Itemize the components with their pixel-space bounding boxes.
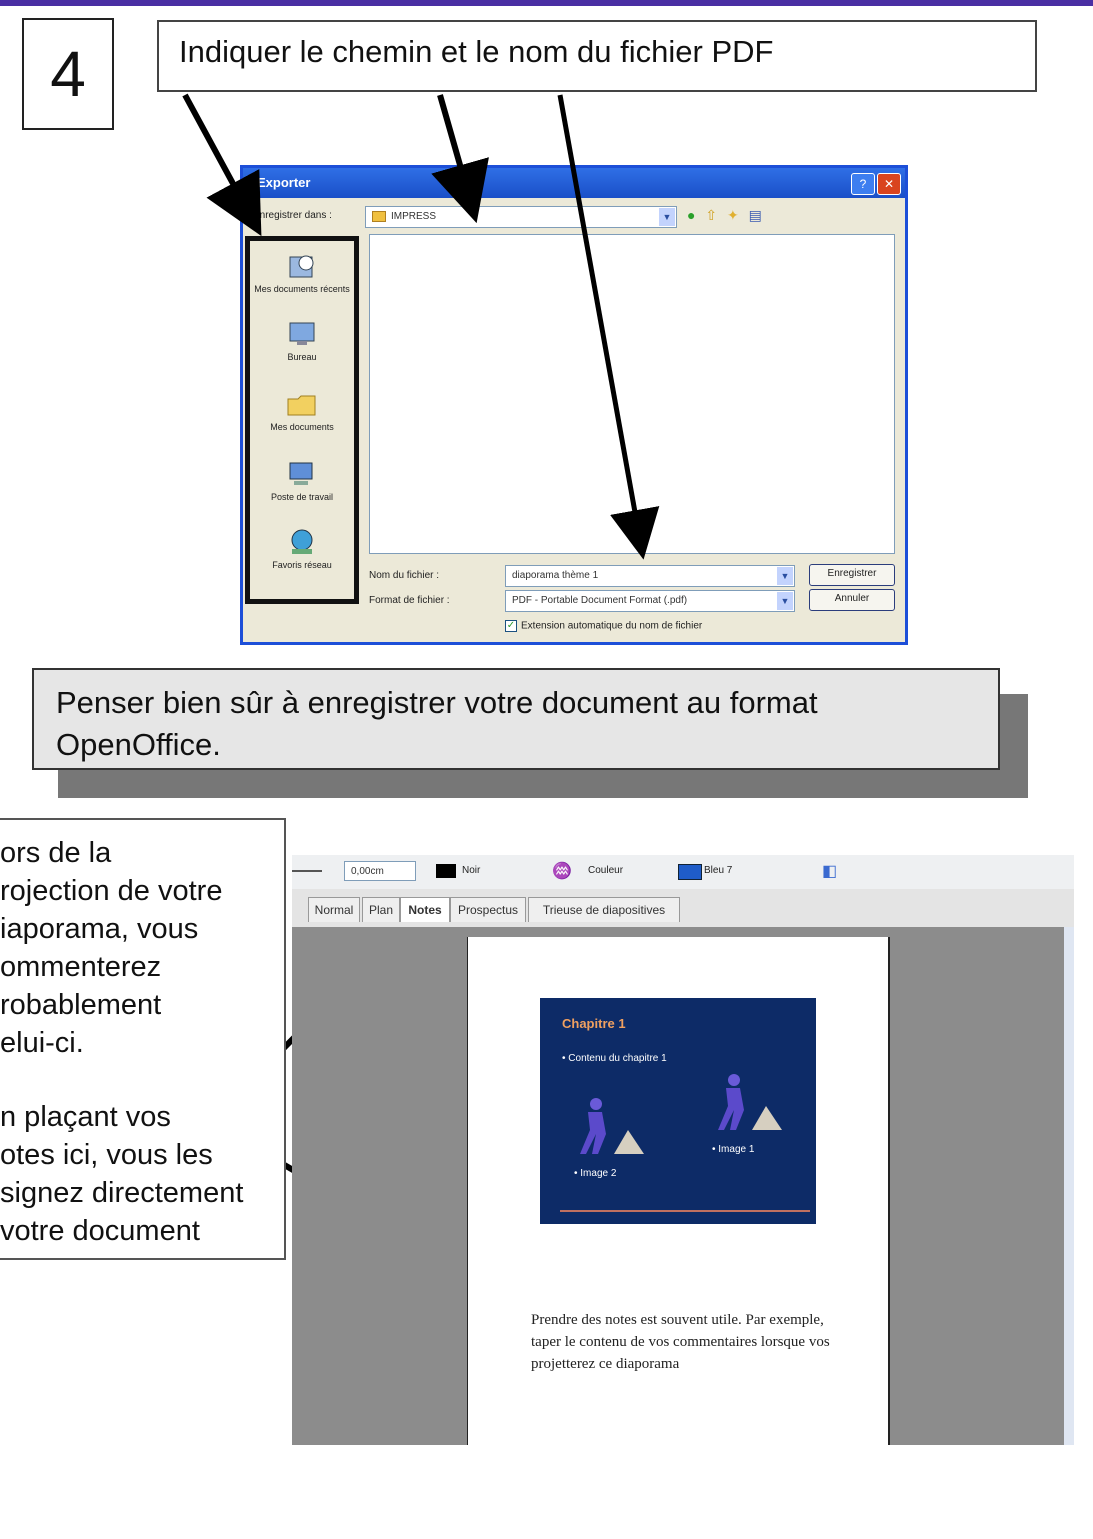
tab-normal[interactable]: Normal xyxy=(308,897,360,922)
vertical-scrollbar[interactable] xyxy=(1064,927,1074,1445)
tab-prospectus[interactable]: Prospectus xyxy=(450,897,526,922)
side-line: rojection de votre xyxy=(0,875,223,907)
side-line: elui-ci. xyxy=(0,1027,84,1059)
line-width-field[interactable]: 0,00cm xyxy=(344,861,416,881)
slide-image-right-caption: • Image 1 xyxy=(712,1144,755,1155)
openoffice-note: Penser bien sûr à enregistrer votre docu… xyxy=(32,668,1000,770)
slide-footer-line xyxy=(560,1210,810,1212)
side-line: n plaçant vos xyxy=(0,1101,171,1133)
side-line: robablement xyxy=(0,989,162,1021)
slide-preview[interactable]: Chapitre 1 • Contenu du chapitre 1 • Ima… xyxy=(540,998,816,1224)
arrow-to-places xyxy=(182,93,262,237)
tab-slide-sorter[interactable]: Trieuse de diapositives xyxy=(528,897,680,922)
arrow-to-filename xyxy=(557,94,660,560)
drawing-toolbar: 0,00cm Noir ♒ Couleur Bleu 7 ◧ xyxy=(292,855,1074,890)
fill-type[interactable]: Couleur xyxy=(588,865,623,876)
side-line: otes ici, vous les xyxy=(0,1139,213,1171)
tab-notes[interactable]: Notes xyxy=(400,897,450,922)
side-line: ommenterez xyxy=(0,951,162,983)
tab-plan[interactable]: Plan xyxy=(362,897,400,922)
fill-color-swatch xyxy=(678,864,702,880)
slide-title: Chapitre 1 xyxy=(562,1016,626,1031)
slide-bullet: • Contenu du chapitre 1 xyxy=(562,1053,667,1064)
worker-illustration-icon xyxy=(580,1098,644,1154)
side-line: ors de la xyxy=(0,837,112,869)
shadow-icon[interactable]: ◧ xyxy=(822,861,837,881)
notes-text[interactable]: Prendre des notes est souvent utile. Par… xyxy=(531,1309,831,1375)
side-explanation: ors de la rojection de votre iaporama, v… xyxy=(0,818,286,1260)
view-tabs: Normal Plan Notes Prospectus Trieuse de … xyxy=(292,889,1074,927)
line-color-swatch xyxy=(436,864,456,878)
arrow-to-folder xyxy=(431,94,489,224)
side-line: signez directement xyxy=(0,1177,244,1209)
worker-illustration-icon xyxy=(718,1074,782,1130)
side-line xyxy=(0,1062,276,1098)
side-line: votre document xyxy=(0,1215,200,1247)
line-color-name[interactable]: Noir xyxy=(462,865,480,876)
impress-window: 0,00cm Noir ♒ Couleur Bleu 7 ◧ Normal Pl… xyxy=(292,855,1074,1445)
side-line: iaporama, vous xyxy=(0,913,199,945)
notes-page: Chapitre 1 • Contenu du chapitre 1 • Ima… xyxy=(467,937,890,1445)
fill-bucket-icon[interactable]: ♒ xyxy=(552,861,572,881)
slide-image-left-caption: • Image 2 xyxy=(574,1168,617,1179)
line-style-preview xyxy=(292,870,322,872)
fill-color-name[interactable]: Bleu 7 xyxy=(704,865,732,876)
